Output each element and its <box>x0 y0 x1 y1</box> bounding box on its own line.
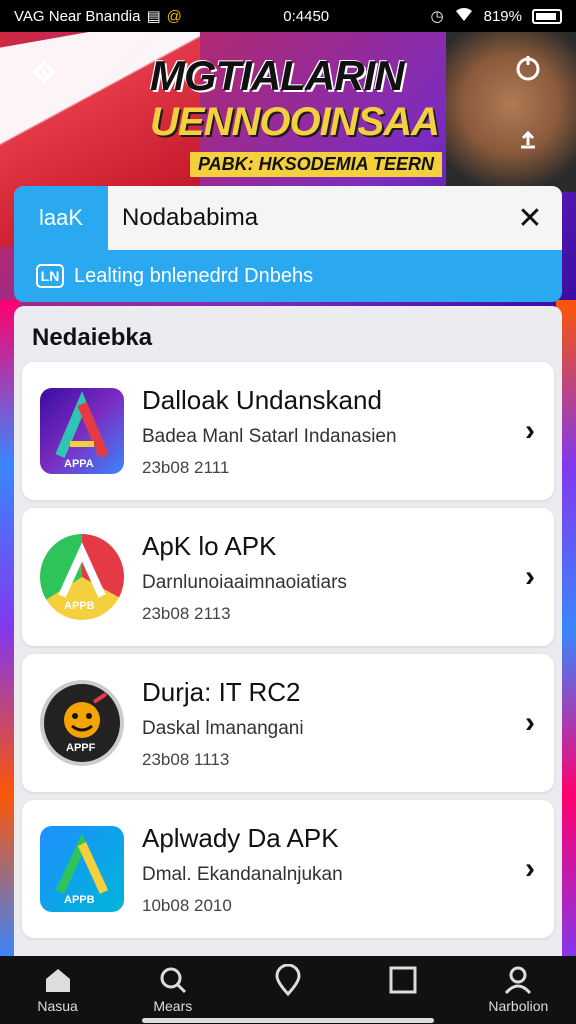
app-name: Dalloak Undanskand <box>142 384 382 415</box>
wifi-icon <box>454 6 474 26</box>
profile-icon <box>502 964 534 996</box>
chevron-right-icon: › <box>525 414 535 447</box>
app-icon-label: APPA <box>64 458 94 470</box>
search-icon <box>157 964 189 996</box>
app-meta: 23b08 2111 <box>142 457 230 477</box>
status-left-text: VAG Near Bnandia <box>14 7 141 25</box>
square-icon <box>387 964 419 996</box>
share-icon[interactable] <box>506 118 550 162</box>
banner-tagline: PABK: HKSODEMIA TEERN <box>190 152 443 177</box>
battery-percent: 819% <box>483 7 522 25</box>
nav-item-location[interactable] <box>238 964 338 998</box>
battery-icon <box>532 8 562 24</box>
app-description: Dmal. Ekandanalnjukan <box>142 863 343 885</box>
chevron-right-icon: › <box>525 852 535 885</box>
app-icon: APPA <box>40 388 124 474</box>
search-scope-button[interactable]: laaK <box>14 186 108 250</box>
nav-label: Nasua <box>37 998 78 1014</box>
search-input[interactable] <box>108 186 498 250</box>
nav-item-search[interactable]: Mears <box>123 964 223 1014</box>
notification-icon: ▤ <box>146 8 161 25</box>
alarm-icon: ◷ <box>430 8 444 25</box>
home-icon <box>42 964 74 996</box>
banner-subtitle: UENNOOINSAA <box>150 100 440 144</box>
at-icon: @ <box>166 7 182 25</box>
app-description: Daskal lmanangani <box>142 717 304 739</box>
status-bar: VAG Near Bnandia ▤ @ 0:4450 ◷ 819% <box>0 0 576 32</box>
loading-icon: LN <box>36 264 64 288</box>
app-name: ApK lo APK <box>142 530 277 561</box>
location-icon <box>272 964 304 996</box>
app-meta: 23b08 1113 <box>142 749 230 769</box>
clear-icon[interactable]: ✕ <box>498 186 562 250</box>
nav-label: Mears <box>153 998 193 1014</box>
power-icon[interactable] <box>506 46 550 90</box>
app-description: Darnlunoiaaimnaoiatiars <box>142 571 347 593</box>
section-title: Nedaiebka <box>32 324 153 351</box>
search-row: laaK ✕ <box>14 186 562 250</box>
list-item[interactable]: APPB Aplwady Da APK Dmal. Ekandanalnjuka… <box>22 800 554 938</box>
list-item[interactable]: APPF Durja: IT RC2 Daskal lmanangani 23b… <box>22 654 554 792</box>
nav-item-profile[interactable]: Narbolion <box>468 964 568 1014</box>
app-meta: 23b08 2113 <box>142 603 231 623</box>
nav-item-tabs[interactable] <box>353 964 453 998</box>
chevron-right-icon: › <box>525 706 535 739</box>
app-icon-label: APPB <box>64 600 95 612</box>
app-name: Aplwady Da APK <box>142 822 339 853</box>
list-item[interactable]: APPA Dalloak Undanskand Badea Manl Satar… <box>22 362 554 500</box>
app-icon-label: APPF <box>66 742 96 754</box>
banner-title: MGTIALARIN <box>150 52 405 99</box>
app-icon: APPB <box>40 534 124 620</box>
list-item[interactable]: APPB ApK lo APK Darnlunoiaaimnaoiatiars … <box>22 508 554 646</box>
app-icon: APPB <box>40 826 124 912</box>
search-card: laaK ✕ LN Lealting bnlenedrd Dnbehs <box>14 186 562 302</box>
status-time: 0:4450 <box>283 7 330 25</box>
results-panel: Nedaiebka APPA Dalloak Undanskand Badea … <box>14 306 562 956</box>
search-hint-text: Lealting bnlenedrd Dnbehs <box>74 264 314 287</box>
app-description: Badea Manl Satarl Indanasien <box>142 425 397 447</box>
app-icon-label: APPB <box>64 894 95 906</box>
bottom-nav: Nasua Mears Narbolion <box>0 956 576 1024</box>
app-meta: 10b08 2010 <box>142 895 232 915</box>
nav-label: Narbolion <box>488 998 549 1014</box>
search-hint[interactable]: LN Lealting bnlenedrd Dnbehs <box>14 250 562 302</box>
back-icon[interactable] <box>22 50 66 94</box>
home-indicator[interactable] <box>142 1018 434 1023</box>
nav-item-home[interactable]: Nasua <box>8 964 108 1014</box>
app-name: Durja: IT RC2 <box>142 676 301 707</box>
chevron-right-icon: › <box>525 560 535 593</box>
app-icon: APPF <box>40 680 124 766</box>
